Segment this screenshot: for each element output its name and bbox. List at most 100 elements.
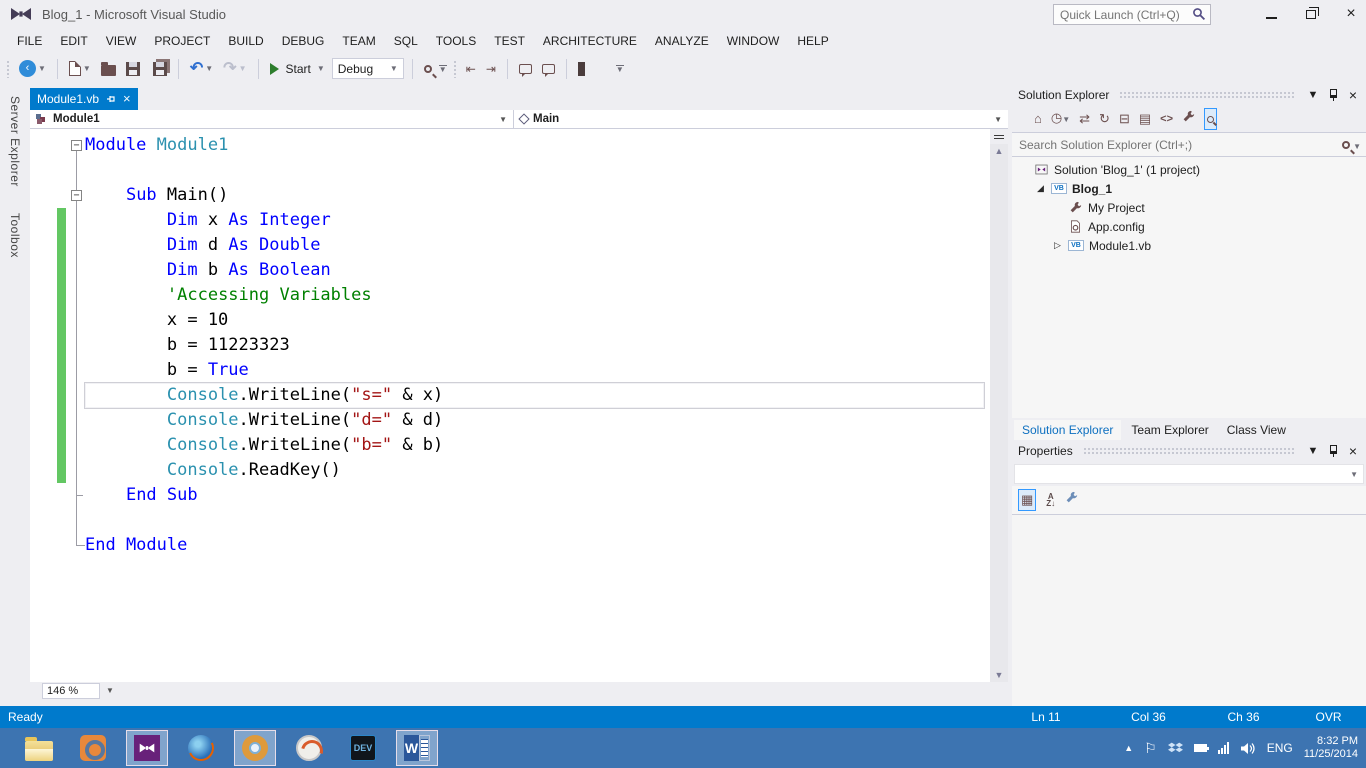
tree-item-blog-1[interactable]: ◢VBBlog_1 [1012,179,1366,198]
property-pages-icon[interactable] [1065,491,1078,509]
dropbox-icon[interactable] [1168,742,1183,754]
code-line-11[interactable]: Console.WriteLine("s=" & x) [85,383,984,408]
menu-test[interactable]: TEST [485,30,534,52]
zoom-dropdown-icon[interactable]: ▼ [102,683,118,699]
panel-tab-solution-explorer[interactable]: Solution Explorer [1014,420,1121,440]
home-icon[interactable]: ⌂ [1034,111,1042,127]
solution-explorer-search[interactable]: ▼ [1012,132,1366,157]
code-line-3[interactable]: Sub Main() [85,183,984,208]
properties-icon[interactable] [1182,110,1195,128]
code-line-13[interactable]: Console.WriteLine("b=" & b) [85,433,984,458]
menu-debug[interactable]: DEBUG [273,30,334,52]
sort-alphabetical-icon[interactable]: AZ↓ [1046,493,1055,507]
collapse-all-icon[interactable]: ⊟ [1119,111,1130,127]
taskbar-clock[interactable]: 8:32 PM 11/25/2014 [1304,735,1358,761]
vertical-scrollbar[interactable]: ▲ ▼ [990,129,1008,682]
status-overwrite-mode[interactable]: OVR [1291,710,1366,724]
menu-team[interactable]: TEAM [333,30,384,52]
taskbar-media-app[interactable] [288,730,330,766]
open-file-button[interactable] [98,60,119,78]
sidebar-tab-server-explorer[interactable]: Server Explorer [8,96,22,187]
code-line-9[interactable]: b = 11223323 [85,333,984,358]
menu-help[interactable]: HELP [788,30,837,52]
expander-expanded-icon[interactable]: ◢ [1035,183,1046,194]
close-panel-icon[interactable]: × [1346,87,1360,103]
tree-item-solution-blog-1-1-project-[interactable]: Solution 'Blog_1' (1 project) [1012,160,1366,179]
taskbar-file-explorer[interactable] [18,730,60,766]
search-icon[interactable] [1342,141,1350,149]
code-line-16[interactable] [85,508,984,533]
tab-module1-vb[interactable]: Module1.vb × [30,88,138,110]
restore-button[interactable] [1304,7,1318,22]
save-button[interactable] [123,60,143,78]
menu-project[interactable]: PROJECT [145,30,219,52]
code-line-1[interactable]: Module Module1 [85,133,984,158]
show-hidden-icons[interactable]: ▲ [1124,743,1133,753]
toolbar-overflow-button-2[interactable]: ▼ [616,65,624,72]
code-line-15[interactable]: End Sub [85,483,984,508]
window-position-icon[interactable]: ▼ [1306,445,1320,457]
code-line-17[interactable]: End Module [85,533,984,558]
menu-architecture[interactable]: ARCHITECTURE [534,30,646,52]
search-icon[interactable] [1192,7,1206,21]
panel-tab-class-view[interactable]: Class View [1219,420,1294,440]
code-line-5[interactable]: Dim d As Double [85,233,984,258]
tree-item-my-project[interactable]: My Project [1012,198,1366,217]
outdent-button[interactable]: ⇥ [483,61,499,77]
battery-icon[interactable] [1194,744,1207,752]
code-line-12[interactable]: Console.WriteLine("d=" & d) [85,408,984,433]
language-indicator[interactable]: ENG [1267,741,1293,755]
code-line-6[interactable]: Dim b As Boolean [85,258,984,283]
member-dropdown[interactable]: Main ▼ [513,110,1008,128]
quick-launch[interactable] [1053,4,1211,25]
start-debug-button[interactable]: Start ▼ [267,60,328,78]
scroll-down-icon[interactable]: ▼ [995,668,1004,682]
taskbar-firefox[interactable] [180,730,222,766]
pin-icon[interactable] [106,94,116,104]
taskbar-dev-app[interactable]: DEV [342,730,384,766]
categorized-icon[interactable]: ▦ [1018,489,1036,511]
uncomment-button[interactable] [539,62,558,76]
tree-item-app-config[interactable]: App.config [1012,217,1366,236]
tab-close-icon[interactable]: × [123,93,131,105]
find-in-files-button[interactable] [421,63,435,75]
menu-window[interactable]: WINDOW [718,30,789,52]
sidebar-tab-toolbox[interactable]: Toolbox [8,213,22,258]
close-panel-icon[interactable]: × [1346,443,1360,459]
close-button[interactable]: × [1344,5,1358,23]
redo-button[interactable]: ↷▼ [220,60,249,78]
taskbar-visual-studio[interactable] [126,730,168,766]
menu-view[interactable]: VIEW [97,30,146,52]
quick-launch-input[interactable] [1053,4,1211,25]
scroll-up-icon[interactable]: ▲ [995,144,1004,158]
refresh-icon[interactable]: ↻ [1099,111,1110,127]
code-line-8[interactable]: x = 10 [85,308,984,333]
indent-button[interactable]: ⇤ [463,61,479,77]
volume-icon[interactable] [1240,742,1256,755]
tree-item-module1-vb[interactable]: ▷VBModule1.vb [1012,236,1366,255]
code-line-4[interactable]: Dim x As Integer [85,208,984,233]
show-all-files-icon[interactable]: ▤ [1139,111,1151,127]
solution-explorer-search-input[interactable] [1013,133,1365,156]
window-position-icon[interactable]: ▼ [1306,89,1320,101]
comment-button[interactable] [516,62,535,76]
panel-tab-team-explorer[interactable]: Team Explorer [1123,420,1216,440]
menu-analyze[interactable]: ANALYZE [646,30,718,52]
sync-selection-icon[interactable]: ⇄ [1079,111,1090,127]
split-window-handle[interactable] [990,129,1008,144]
zoom-level-select[interactable]: 146 % [42,683,100,699]
code-line-10[interactable]: b = True [85,358,984,383]
status-character[interactable]: Ch 36 [1196,710,1291,724]
status-line[interactable]: Ln 11 [991,710,1101,724]
navigate-back-button[interactable]: ‹▼ [16,58,49,79]
save-all-button[interactable] [147,60,170,78]
code-line-2[interactable] [85,158,984,183]
menu-edit[interactable]: EDIT [51,30,96,52]
bookmark-button[interactable] [575,60,588,78]
auto-hide-pin-icon[interactable] [1326,89,1340,101]
expander-collapsed-icon[interactable]: ▷ [1052,240,1063,251]
new-file-button[interactable]: ▼ [66,59,94,78]
type-dropdown[interactable]: Module1 ▼ [30,110,513,128]
code-line-14[interactable]: Console.ReadKey() [85,458,984,483]
properties-object-select[interactable]: ▼ [1012,462,1366,486]
